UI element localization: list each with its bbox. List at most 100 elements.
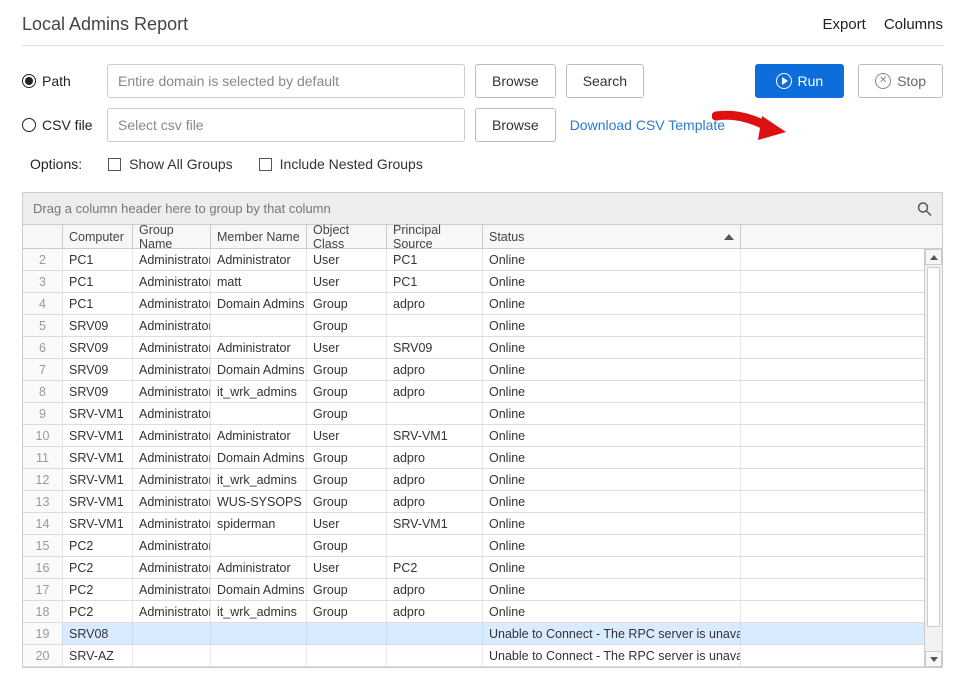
cell-computer: SRV-VM1	[63, 403, 133, 424]
cell-rownum: 11	[23, 447, 63, 468]
table-row[interactable]: 18PC2Administratorsit_wrk_adminsGroupadp…	[23, 601, 924, 623]
cell-group-name: Administrators	[133, 601, 211, 622]
radio-csv[interactable]: CSV file	[22, 117, 97, 133]
table-row[interactable]: 4PC1AdministratorsDomain AdminsGroupadpr…	[23, 293, 924, 315]
cell-group-name	[133, 623, 211, 644]
cell-spare	[741, 337, 924, 358]
cell-principal-source: adpro	[387, 381, 483, 402]
col-status-label: Status	[489, 230, 524, 244]
cell-status: Online	[483, 491, 741, 512]
options-label: Options:	[30, 156, 82, 172]
cell-member-name: Domain Admins	[211, 579, 307, 600]
scroll-down-button[interactable]	[925, 651, 942, 667]
cell-member-name: it_wrk_admins	[211, 469, 307, 490]
cell-rownum: 7	[23, 359, 63, 380]
table-row[interactable]: 20SRV-AZUnable to Connect - The RPC serv…	[23, 645, 924, 667]
cell-status: Online	[483, 535, 741, 556]
cell-status: Online	[483, 315, 741, 336]
cell-computer: PC2	[63, 535, 133, 556]
cell-member-name: Administrator	[211, 337, 307, 358]
table-row[interactable]: 12SRV-VM1Administratorsit_wrk_adminsGrou…	[23, 469, 924, 491]
run-button[interactable]: Run	[755, 64, 845, 98]
show-all-groups-checkbox[interactable]: Show All Groups	[108, 156, 233, 172]
scroll-up-button[interactable]	[925, 249, 942, 265]
cell-group-name: Administrators	[133, 293, 211, 314]
stop-button[interactable]: ✕ Stop	[858, 64, 943, 98]
table-row[interactable]: 10SRV-VM1AdministratorsAdministratorUser…	[23, 425, 924, 447]
cell-group-name: Administrators	[133, 425, 211, 446]
download-csv-template-link[interactable]: Download CSV Template	[570, 117, 725, 133]
columns-link[interactable]: Columns	[884, 16, 943, 33]
radio-csv-label: CSV file	[42, 117, 93, 133]
col-principal-source[interactable]: Principal Source	[387, 225, 483, 248]
table-row[interactable]: 5SRV09AdministratorsGroupOnline	[23, 315, 924, 337]
cell-spare	[741, 491, 924, 512]
browse-csv-button[interactable]: Browse	[475, 108, 556, 142]
col-rownum[interactable]	[23, 225, 63, 248]
vertical-scrollbar[interactable]	[924, 249, 942, 667]
cell-object-class: Group	[307, 381, 387, 402]
cell-group-name: Administrators	[133, 535, 211, 556]
col-object-class[interactable]: Object Class	[307, 225, 387, 248]
col-computer[interactable]: Computer	[63, 225, 133, 248]
cell-status: Online	[483, 425, 741, 446]
cell-computer: SRV-VM1	[63, 513, 133, 534]
cell-rownum: 13	[23, 491, 63, 512]
cell-member-name	[211, 535, 307, 556]
cell-object-class: Group	[307, 601, 387, 622]
radio-path[interactable]: Path	[22, 73, 97, 89]
cell-rownum: 12	[23, 469, 63, 490]
table-row[interactable]: 16PC2AdministratorsAdministratorUserPC2O…	[23, 557, 924, 579]
table-row[interactable]: 2PC1AdministratorsAdministratorUserPC1On…	[23, 249, 924, 271]
cell-principal-source	[387, 535, 483, 556]
table-row[interactable]: 9SRV-VM1AdministratorsGroupOnline	[23, 403, 924, 425]
path-input[interactable]: Entire domain is selected by default	[107, 64, 465, 98]
cell-status: Online	[483, 557, 741, 578]
col-member-name[interactable]: Member Name	[211, 225, 307, 248]
cell-computer: SRV09	[63, 315, 133, 336]
cell-rownum: 10	[23, 425, 63, 446]
csv-input[interactable]: Select csv file	[107, 108, 465, 142]
stop-button-label: Stop	[897, 73, 926, 89]
cell-member-name: Administrator	[211, 425, 307, 446]
col-status[interactable]: Status	[483, 225, 741, 248]
cell-member-name	[211, 315, 307, 336]
export-link[interactable]: Export	[822, 16, 865, 33]
show-all-groups-label: Show All Groups	[129, 156, 233, 172]
cell-rownum: 4	[23, 293, 63, 314]
cell-computer: SRV-VM1	[63, 425, 133, 446]
cell-computer: SRV09	[63, 337, 133, 358]
table-row[interactable]: 3PC1AdministratorsmattUserPC1Online	[23, 271, 924, 293]
col-group-name[interactable]: Group Name	[133, 225, 211, 248]
table-row[interactable]: 14SRV-VM1AdministratorsspidermanUserSRV-…	[23, 513, 924, 535]
table-row[interactable]: 15PC2AdministratorsGroupOnline	[23, 535, 924, 557]
search-button[interactable]: Search	[566, 64, 644, 98]
browse-path-button[interactable]: Browse	[475, 64, 556, 98]
table-row[interactable]: 13SRV-VM1AdministratorsWUS-SYSOPSGroupad…	[23, 491, 924, 513]
grid-search-icon[interactable]	[917, 201, 932, 216]
scroll-thumb[interactable]	[927, 267, 940, 627]
table-row[interactable]: 7SRV09AdministratorsDomain AdminsGroupad…	[23, 359, 924, 381]
cell-computer: SRV-VM1	[63, 447, 133, 468]
cell-principal-source: PC1	[387, 249, 483, 270]
group-by-hint: Drag a column header here to group by th…	[33, 201, 331, 216]
table-row[interactable]: 6SRV09AdministratorsAdministratorUserSRV…	[23, 337, 924, 359]
cell-spare	[741, 447, 924, 468]
group-by-bar[interactable]: Drag a column header here to group by th…	[23, 193, 942, 225]
cell-principal-source	[387, 403, 483, 424]
table-row[interactable]: 17PC2AdministratorsDomain AdminsGroupadp…	[23, 579, 924, 601]
cell-spare	[741, 623, 924, 644]
cell-member-name: Administrator	[211, 249, 307, 270]
cell-object-class: Group	[307, 491, 387, 512]
cell-principal-source: adpro	[387, 359, 483, 380]
cell-group-name	[133, 645, 211, 666]
table-row[interactable]: 8SRV09Administratorsit_wrk_adminsGroupad…	[23, 381, 924, 403]
header-bar: Local Admins Report Export Columns	[22, 10, 943, 46]
page-title: Local Admins Report	[22, 14, 188, 35]
table-row[interactable]: 11SRV-VM1AdministratorsDomain AdminsGrou…	[23, 447, 924, 469]
cell-spare	[741, 359, 924, 380]
include-nested-groups-checkbox[interactable]: Include Nested Groups	[259, 156, 423, 172]
table-row[interactable]: 19SRV08Unable to Connect - The RPC serve…	[23, 623, 924, 645]
cell-object-class: Group	[307, 293, 387, 314]
cell-spare	[741, 513, 924, 534]
